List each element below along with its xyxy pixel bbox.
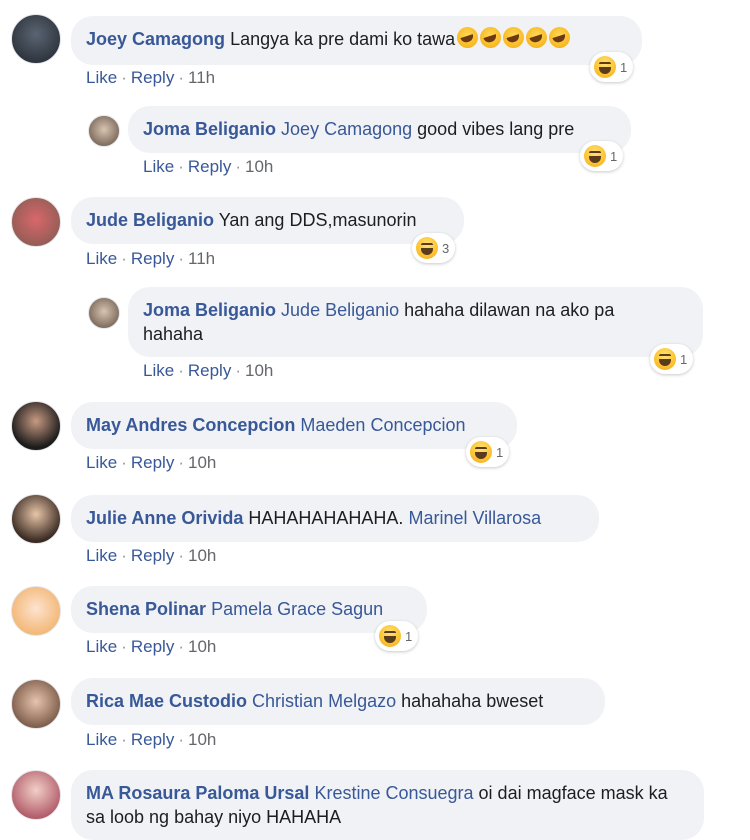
mention-link[interactable]: Krestine Consuegra xyxy=(314,783,473,803)
comment-text: Langya ka pre dami ko tawa xyxy=(230,29,456,49)
comment-actions: Like · Reply · 10h xyxy=(143,157,274,176)
avatar[interactable] xyxy=(11,197,61,247)
avatar[interactable] xyxy=(11,401,61,451)
haha-react-icon xyxy=(470,441,492,463)
avatar[interactable] xyxy=(11,14,61,64)
comment-bubble: Shena Polinar Pamela Grace Sagun xyxy=(71,586,427,633)
avatar[interactable] xyxy=(88,297,120,329)
comment-bubble: Joma Beliganio Jude Beliganio hahaha dil… xyxy=(128,287,703,357)
reaction-count[interactable]: 3 xyxy=(412,233,456,263)
comment-actions: Like · Reply · 10h xyxy=(86,453,217,472)
comment-bubble: Julie Anne Orivida HAHAHAHAHAHA. Marinel… xyxy=(71,495,599,542)
comment-text: good vibes lang pre xyxy=(417,119,575,139)
mention-link[interactable]: Pamela Grace Sagun xyxy=(211,599,383,619)
avatar[interactable] xyxy=(11,679,61,729)
like-link[interactable]: Like xyxy=(86,637,117,656)
comment-author[interactable]: Jude Beliganio xyxy=(86,210,214,230)
timestamp[interactable]: 10h xyxy=(188,546,216,565)
comment-author[interactable]: Rica Mae Custodio xyxy=(86,691,247,711)
comment-text: HAHAHAHAHAHA. xyxy=(248,508,404,528)
comment-actions: Like · Reply · 10h xyxy=(86,637,217,656)
timestamp[interactable]: 10h xyxy=(188,637,216,656)
comment-bubble: Joma Beliganio Joey Camagong good vibes … xyxy=(128,106,631,153)
comment-author[interactable]: Joma Beliganio xyxy=(143,300,276,320)
timestamp[interactable]: 10h xyxy=(188,453,216,472)
timestamp[interactable]: 11h xyxy=(188,68,215,87)
reply-link[interactable]: Reply xyxy=(188,361,231,380)
mention-link[interactable]: Jude Beliganio xyxy=(281,300,399,320)
comment-actions: Like · Reply · 10h xyxy=(86,730,217,749)
reply-link[interactable]: Reply xyxy=(188,157,231,176)
rofl-emoji-icon xyxy=(455,27,571,49)
comment-author[interactable]: Shena Polinar xyxy=(86,599,206,619)
mention-link[interactable]: Christian Melgazo xyxy=(252,691,396,711)
like-link[interactable]: Like xyxy=(86,546,117,565)
reply-link[interactable]: Reply xyxy=(131,68,174,87)
reaction-number: 1 xyxy=(620,59,628,75)
reaction-number: 1 xyxy=(405,628,413,644)
mention-link[interactable]: Marinel Villarosa xyxy=(408,508,541,528)
reaction-number: 1 xyxy=(496,444,504,460)
haha-react-icon xyxy=(654,348,676,370)
comment-bubble: Jude Beliganio Yan ang DDS,masunorin xyxy=(71,197,464,244)
like-link[interactable]: Like xyxy=(86,453,117,472)
haha-react-icon xyxy=(416,237,438,259)
avatar[interactable] xyxy=(11,770,61,820)
like-link[interactable]: Like xyxy=(86,730,117,749)
reaction-count[interactable]: 1 xyxy=(580,141,624,171)
comment-bubble: Joey Camagong Langya ka pre dami ko tawa xyxy=(71,16,642,65)
reply-link[interactable]: Reply xyxy=(131,730,174,749)
comment-bubble: Rica Mae Custodio Christian Melgazo haha… xyxy=(71,678,605,725)
haha-react-icon xyxy=(584,145,606,167)
reaction-count[interactable]: 1 xyxy=(650,344,694,374)
mention-link[interactable]: Maeden Concepcion xyxy=(300,415,465,435)
avatar[interactable] xyxy=(11,586,61,636)
avatar[interactable] xyxy=(88,115,120,147)
reaction-count[interactable]: 1 xyxy=(466,437,510,467)
comment-author[interactable]: May Andres Concepcion xyxy=(86,415,295,435)
reaction-count[interactable]: 1 xyxy=(590,52,634,82)
avatar[interactable] xyxy=(11,494,61,544)
reaction-number: 1 xyxy=(680,351,688,367)
comment-bubble: MA Rosaura Paloma Ursal Krestine Consueg… xyxy=(71,770,704,840)
reaction-number: 1 xyxy=(610,148,618,164)
mention-link[interactable]: Joey Camagong xyxy=(281,119,412,139)
like-link[interactable]: Like xyxy=(86,68,117,87)
comment-text: Yan ang DDS,masunorin xyxy=(218,210,417,230)
reply-link[interactable]: Reply xyxy=(131,249,174,268)
comment-actions: Like · Reply · 10h xyxy=(143,361,274,380)
timestamp[interactable]: 10h xyxy=(188,730,216,749)
like-link[interactable]: Like xyxy=(143,361,174,380)
comment-text: hahahaha bweset xyxy=(401,691,544,711)
comment-author[interactable]: Julie Anne Orivida xyxy=(86,508,243,528)
comment-actions: Like · Reply · 11h xyxy=(86,249,216,268)
comment-bubble: May Andres Concepcion Maeden Concepcion xyxy=(71,402,517,449)
comment-actions: Like · Reply · 11h xyxy=(86,68,216,87)
reaction-number: 3 xyxy=(442,240,450,256)
reply-link[interactable]: Reply xyxy=(131,637,174,656)
comment-author[interactable]: Joey Camagong xyxy=(86,29,225,49)
comment-actions: Like · Reply · 10h xyxy=(86,546,217,565)
like-link[interactable]: Like xyxy=(143,157,174,176)
timestamp[interactable]: 11h xyxy=(188,249,215,268)
reply-link[interactable]: Reply xyxy=(131,546,174,565)
reply-link[interactable]: Reply xyxy=(131,453,174,472)
timestamp[interactable]: 10h xyxy=(245,157,273,176)
comment-author[interactable]: MA Rosaura Paloma Ursal xyxy=(86,783,309,803)
timestamp[interactable]: 10h xyxy=(245,361,273,380)
comment-author[interactable]: Joma Beliganio xyxy=(143,119,276,139)
reaction-count[interactable]: 1 xyxy=(375,621,419,651)
haha-react-icon xyxy=(379,625,401,647)
haha-react-icon xyxy=(594,56,616,78)
like-link[interactable]: Like xyxy=(86,249,117,268)
